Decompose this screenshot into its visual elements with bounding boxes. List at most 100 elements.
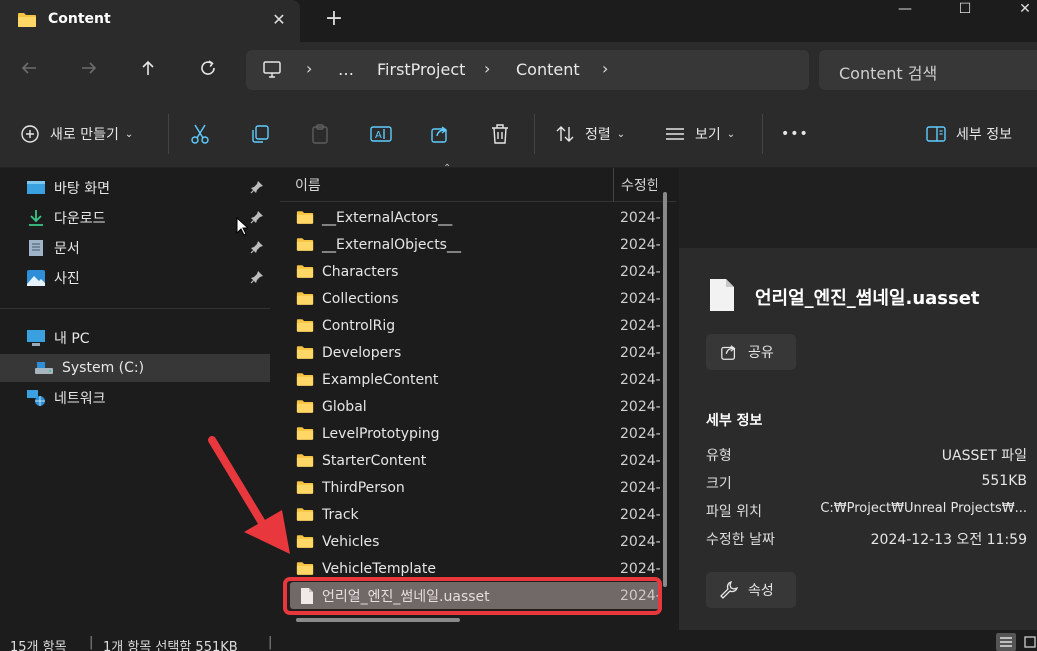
cut-button[interactable] bbox=[190, 120, 210, 148]
sidebar-item-label: 내 PC bbox=[54, 331, 90, 347]
view-button[interactable]: 보기 ⌄ bbox=[665, 120, 735, 148]
folder-date: 2024- bbox=[620, 317, 661, 334]
folder-date: 2024- bbox=[620, 290, 661, 307]
trash-icon bbox=[492, 124, 508, 144]
folder-icon bbox=[296, 292, 314, 305]
breadcrumb-overflow[interactable]: … bbox=[338, 60, 354, 79]
chevron-down-icon: ⌄ bbox=[124, 128, 134, 140]
list-item[interactable]: __ExternalActors__ 2024- bbox=[290, 204, 661, 231]
address-bar[interactable]: › … FirstProject › Content › bbox=[246, 50, 809, 90]
details-pane-icon bbox=[926, 126, 946, 142]
search-box[interactable]: Content 검색 bbox=[819, 50, 1037, 90]
tiles-view-toggle[interactable] bbox=[1022, 633, 1037, 651]
paste-button[interactable] bbox=[310, 120, 330, 148]
share-icon bbox=[431, 126, 448, 143]
list-item[interactable]: ExampleContent 2024- bbox=[290, 366, 661, 393]
more-options-button[interactable]: ••• bbox=[781, 120, 809, 148]
folder-icon bbox=[296, 319, 314, 332]
folder-date: 2024- bbox=[620, 209, 661, 226]
share-button[interactable]: 공유 bbox=[706, 334, 796, 370]
folder-icon bbox=[296, 346, 314, 359]
list-item[interactable]: Track 2024- bbox=[290, 501, 661, 528]
details-view-toggle[interactable] bbox=[996, 633, 1016, 651]
pin-icon[interactable] bbox=[250, 240, 264, 254]
pin-icon[interactable] bbox=[250, 210, 264, 224]
mouse-cursor-icon bbox=[236, 217, 248, 236]
chevron-right-icon[interactable]: › bbox=[602, 59, 608, 78]
maximize-button[interactable]: ☐ bbox=[935, 0, 995, 20]
forward-button[interactable] bbox=[74, 56, 104, 84]
horizontal-scrollbar[interactable] bbox=[296, 618, 460, 622]
vertical-scrollbar[interactable] bbox=[663, 192, 667, 587]
details-preview-area bbox=[679, 168, 1037, 248]
breadcrumb-firstproject[interactable]: FirstProject bbox=[377, 60, 465, 79]
tab-content[interactable]: Content ✕ bbox=[0, 0, 300, 42]
folder-icon bbox=[18, 13, 36, 27]
folder-name: ControlRig bbox=[322, 317, 396, 334]
list-item[interactable]: ControlRig 2024- bbox=[290, 312, 661, 339]
details-label: 세부 정보 bbox=[956, 127, 1012, 143]
sidebar-item-desktop[interactable]: 바탕 화면 bbox=[0, 174, 270, 202]
column-divider[interactable] bbox=[613, 168, 614, 202]
share-button[interactable] bbox=[430, 120, 450, 148]
document-icon bbox=[29, 240, 43, 256]
properties-button[interactable]: 속성 bbox=[706, 572, 796, 608]
list-item[interactable]: Vehicles 2024- bbox=[290, 528, 661, 555]
status-divider: | bbox=[268, 635, 273, 650]
list-item[interactable]: Developers 2024- bbox=[290, 339, 661, 366]
details-pane-button[interactable]: 세부 정보 bbox=[926, 120, 1012, 148]
minimize-button[interactable]: — bbox=[875, 0, 935, 20]
folder-date: 2024- bbox=[620, 371, 661, 388]
refresh-button[interactable] bbox=[193, 56, 223, 84]
list-item[interactable]: LevelPrototyping 2024- bbox=[290, 420, 661, 447]
sidebar-item-system-drive[interactable]: System (C:) bbox=[0, 354, 270, 382]
search-input[interactable]: Content 검색 bbox=[839, 60, 937, 84]
sort-button[interactable]: 정렬 ⌄ bbox=[555, 120, 625, 148]
sidebar-item-this-pc[interactable]: 내 PC bbox=[0, 324, 270, 352]
list-item[interactable]: ThirdPerson 2024- bbox=[290, 474, 661, 501]
wrench-icon bbox=[720, 581, 738, 599]
location-value[interactable]: C:₩Project₩Unreal Projects₩... bbox=[820, 501, 1027, 516]
copy-button[interactable] bbox=[250, 120, 270, 148]
chevron-down-icon: ⌄ bbox=[726, 128, 736, 140]
list-item[interactable]: Global 2024- bbox=[290, 393, 661, 420]
pin-icon[interactable] bbox=[250, 270, 264, 284]
folder-name: __ExternalActors__ bbox=[322, 209, 453, 226]
pin-icon[interactable] bbox=[250, 180, 264, 194]
sidebar-item-documents[interactable]: 문서 bbox=[0, 234, 270, 262]
arrow-up-icon bbox=[142, 60, 154, 75]
rename-button[interactable]: A bbox=[370, 120, 392, 148]
details-section-title: 세부 정보 bbox=[706, 413, 763, 429]
sidebar-item-label: 바탕 화면 bbox=[54, 181, 110, 197]
list-item[interactable]: Characters 2024- bbox=[290, 258, 661, 285]
sidebar-item-pictures[interactable]: 사진 bbox=[0, 264, 270, 292]
folder-name: Vehicles bbox=[322, 533, 380, 550]
list-view-icon bbox=[666, 128, 684, 140]
svg-text:A: A bbox=[375, 130, 382, 141]
new-tab-button[interactable]: + bbox=[323, 8, 345, 32]
back-button[interactable] bbox=[14, 56, 44, 84]
toolbar-divider bbox=[168, 114, 169, 154]
tab-close-icon[interactable]: ✕ bbox=[268, 9, 290, 31]
breadcrumb-content[interactable]: Content bbox=[516, 60, 580, 79]
tiles-view-icon bbox=[1024, 636, 1036, 648]
folder-icon bbox=[296, 265, 314, 278]
delete-button[interactable] bbox=[490, 120, 510, 148]
sidebar-item-downloads[interactable]: 다운로드 bbox=[0, 204, 270, 232]
folder-icon bbox=[296, 211, 314, 224]
new-button[interactable]: 새로 만들기 ⌄ bbox=[20, 120, 133, 148]
share-icon bbox=[721, 345, 736, 360]
list-item[interactable]: __ExternalObjects__ 2024- bbox=[290, 231, 661, 258]
rename-icon: A bbox=[370, 126, 392, 142]
size-value: 551KB bbox=[981, 473, 1027, 489]
up-button[interactable] bbox=[133, 56, 163, 84]
sidebar-item-label: 사진 bbox=[54, 271, 80, 287]
close-window-button[interactable]: ✕ bbox=[995, 0, 1037, 20]
column-modified[interactable]: 수정한 bbox=[621, 175, 657, 195]
list-item[interactable]: Collections 2024- bbox=[290, 285, 661, 312]
list-item[interactable]: StarterContent 2024- bbox=[290, 447, 661, 474]
details-pane: 언리얼_엔진_썸네일.uasset 공유 세부 정보 유형 UASSET 파일 … bbox=[679, 168, 1037, 630]
sidebar-item-network[interactable]: 네트워크 bbox=[0, 384, 270, 412]
column-name[interactable]: 이름 bbox=[295, 175, 321, 195]
toolbar-divider bbox=[762, 114, 763, 154]
